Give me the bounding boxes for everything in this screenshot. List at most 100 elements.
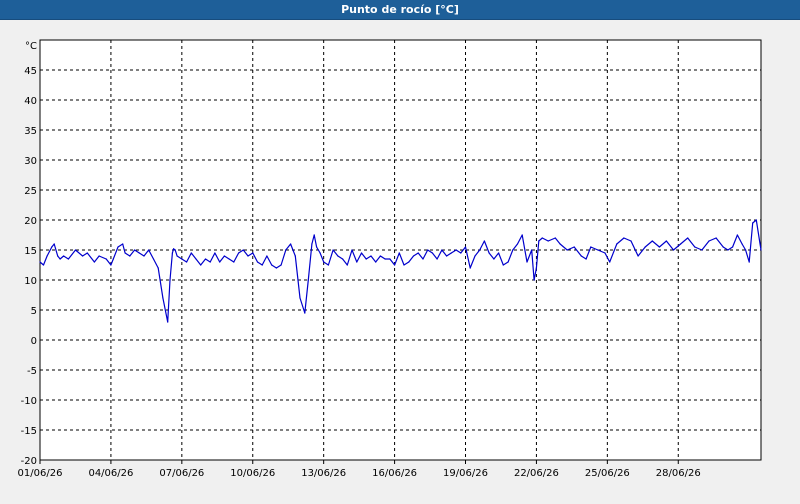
data-point [436, 258, 438, 260]
data-point [252, 252, 254, 254]
data-point [129, 255, 131, 257]
data-point [209, 261, 211, 263]
data-point [242, 249, 244, 251]
data-point [57, 255, 59, 257]
data-point [755, 219, 757, 221]
data-point [105, 258, 107, 260]
data-point [167, 321, 169, 323]
data-point [51, 246, 53, 248]
y-axis-label: °C [25, 41, 37, 52]
data-point [573, 246, 575, 248]
y-tick-label: 20 [24, 216, 37, 227]
data-point [566, 249, 568, 251]
data-point [590, 246, 592, 248]
data-point [398, 252, 400, 254]
data-point [455, 249, 457, 251]
data-point [360, 252, 363, 254]
data-point [384, 258, 386, 260]
data-point [507, 261, 509, 263]
data-point [86, 252, 88, 254]
data-point [169, 279, 171, 281]
data-point [464, 246, 467, 248]
data-point [176, 255, 178, 257]
data-point [502, 264, 504, 266]
data-point [483, 240, 485, 242]
data-point [708, 240, 710, 242]
data-point [82, 255, 84, 257]
data-point [271, 264, 273, 266]
data-point [752, 222, 754, 224]
data-point [748, 261, 750, 263]
data-point [337, 255, 339, 257]
data-point [195, 258, 197, 260]
data-point [162, 297, 164, 299]
data-point [441, 249, 443, 251]
y-tick-label: 15 [24, 246, 37, 257]
data-point [559, 243, 561, 245]
y-tick-label: -20 [21, 456, 37, 467]
data-point [585, 258, 587, 260]
data-point [122, 243, 124, 245]
data-point [152, 258, 155, 260]
data-point [412, 255, 415, 257]
data-point [319, 252, 321, 254]
data-point [732, 246, 734, 248]
data-point [233, 261, 235, 263]
y-tick-label: 35 [24, 126, 37, 137]
y-tick-label: 0 [31, 336, 37, 347]
data-point [389, 258, 391, 260]
data-point [580, 255, 582, 257]
y-tick-label: 45 [24, 66, 37, 77]
data-point [630, 240, 632, 242]
data-point [304, 312, 306, 314]
data-point [323, 261, 325, 263]
x-tick-label: 04/06/26 [88, 468, 133, 479]
data-point [694, 246, 696, 248]
data-point [134, 249, 136, 251]
data-point [394, 264, 396, 266]
data-point [474, 255, 476, 257]
data-point [554, 237, 556, 239]
data-point [307, 279, 309, 281]
y-tick-label: 10 [24, 276, 37, 287]
data-point [356, 261, 358, 263]
x-tick-label: 10/06/26 [230, 468, 275, 479]
data-point [715, 237, 717, 239]
data-point [171, 252, 173, 254]
data-point [533, 279, 535, 281]
data-point [498, 252, 500, 254]
data-point [479, 249, 481, 251]
data-point [516, 243, 519, 245]
y-tick-label: -10 [21, 396, 37, 407]
x-tick-label: 01/06/26 [18, 468, 63, 479]
data-point [59, 258, 61, 260]
window-title: Punto de rocío [°C] [0, 0, 800, 20]
data-point [42, 264, 45, 266]
data-point [541, 237, 543, 239]
data-point [609, 261, 611, 263]
data-point [67, 258, 69, 260]
data-point [143, 255, 145, 257]
data-point [39, 261, 41, 263]
chart-window: Punto de rocío [°C] -20 -15 -10 -5 0 5 10 15 20 2… [0, 0, 800, 500]
x-tick-label: 22/06/26 [514, 468, 559, 479]
data-point [74, 249, 77, 251]
data-point [346, 264, 348, 266]
data-point [173, 248, 175, 250]
data-point [138, 252, 140, 254]
data-point [365, 258, 367, 260]
data-point [316, 246, 318, 248]
data-point [512, 249, 514, 251]
data-point [538, 240, 540, 242]
data-point [727, 249, 729, 251]
x-tick-label: 28/06/26 [656, 468, 701, 479]
data-point [379, 255, 381, 257]
data-point [238, 252, 240, 254]
data-point [200, 264, 202, 266]
data-point [701, 249, 703, 251]
data-point [261, 264, 263, 266]
data-point [658, 246, 661, 248]
data-point [623, 237, 625, 239]
data-point [53, 243, 55, 245]
data-point [204, 258, 207, 260]
